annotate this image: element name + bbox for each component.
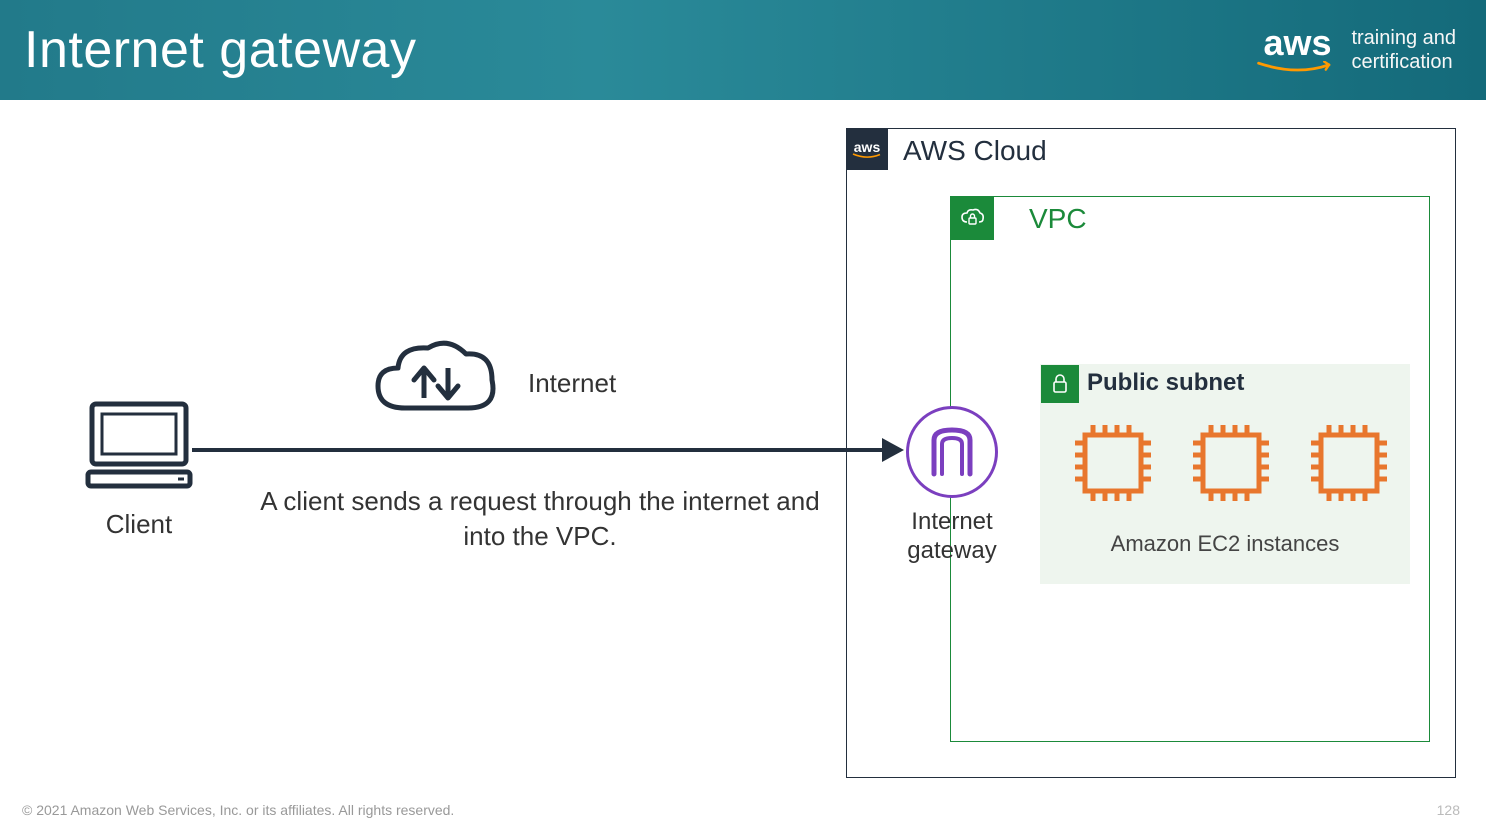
internet-gateway-icon: [928, 426, 976, 478]
cloud-lock-icon: [959, 205, 985, 231]
brand-sublabel: training and certification: [1351, 26, 1456, 74]
internet-gateway-node: [906, 406, 998, 498]
brand-sub-line2: certification: [1351, 50, 1456, 74]
aws-swoosh-icon: [1257, 61, 1337, 75]
internet-gateway-label: Internet gateway: [882, 508, 1022, 566]
aws-logo: aws: [1257, 25, 1337, 75]
public-subnet-box: Public subnet: [1040, 364, 1410, 584]
request-arrow-line: [192, 448, 892, 452]
brand-sub-line1: training and: [1351, 26, 1456, 50]
vpc-badge-icon: [950, 196, 994, 240]
aws-mini-swoosh-icon: [852, 153, 882, 159]
ec2-chip-icon: [1307, 421, 1391, 505]
vpc-label: VPC: [1029, 203, 1087, 235]
aws-logo-text: aws: [1263, 25, 1331, 61]
client-label: Client: [84, 509, 194, 540]
slide-title: Internet gateway: [24, 20, 416, 80]
description-text: A client sends a request through the int…: [260, 484, 820, 554]
aws-cloud-label: AWS Cloud: [903, 135, 1047, 167]
ec2-chip-icon: [1189, 421, 1273, 505]
subnet-badge-icon: [1041, 365, 1079, 403]
aws-brand-block: aws training and certification: [1257, 25, 1456, 75]
client-block: Client: [84, 400, 194, 540]
diagram-canvas: Client Internet A client sends a request…: [0, 100, 1486, 786]
ec2-instances-row: [1071, 421, 1391, 505]
aws-cloud-badge-icon: aws: [846, 128, 888, 170]
public-subnet-label: Public subnet: [1087, 369, 1244, 397]
ec2-chip-icon: [1071, 421, 1155, 505]
client-computer-icon: [84, 400, 194, 490]
lock-icon: [1049, 373, 1071, 395]
internet-cloud-icon: [370, 338, 500, 428]
internet-block: Internet: [370, 338, 616, 428]
ec2-caption: Amazon EC2 instances: [1041, 531, 1409, 557]
internet-label: Internet: [528, 368, 616, 399]
copyright-text: © 2021 Amazon Web Services, Inc. or its …: [22, 802, 454, 818]
slide-header: Internet gateway aws training and certif…: [0, 0, 1486, 100]
page-number: 128: [1437, 802, 1460, 818]
